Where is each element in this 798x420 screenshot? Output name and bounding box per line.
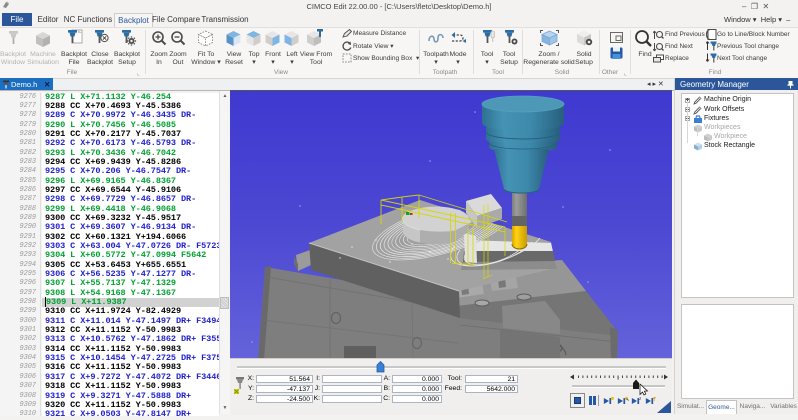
svg-text:z: z (639, 396, 641, 401)
